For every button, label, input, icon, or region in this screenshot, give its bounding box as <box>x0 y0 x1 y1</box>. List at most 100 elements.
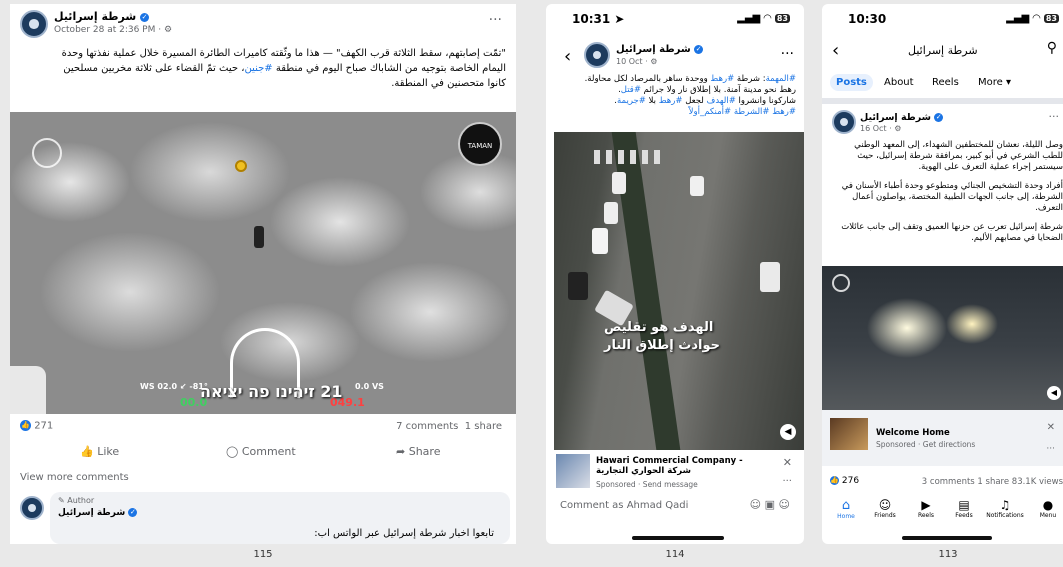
thumbs-up-icon: 👍 <box>80 445 94 458</box>
comment-button[interactable]: ◯ Comment <box>226 445 296 458</box>
hashtag-link[interactable]: #جنين <box>244 63 272 74</box>
ad-more-icon[interactable]: ··· <box>782 476 792 487</box>
battery-icon: 83 <box>1043 14 1059 23</box>
caption-114: 114 <box>665 549 685 560</box>
comment-text: تابعوا اخبار شرطة إسرائيل عبر الواتس اب: <box>314 528 494 539</box>
page-name[interactable]: شرطة إسرائيل ✓ <box>54 10 150 23</box>
author-tag: ✎ Author <box>58 496 95 505</box>
caption-115: 115 <box>253 549 273 560</box>
share-button[interactable]: ➦ Share <box>396 445 440 458</box>
reels-icon: ▶ <box>921 498 931 512</box>
post-stats[interactable]: 3 comments 1 share 83.1K views <box>922 477 1063 487</box>
unit-badge: TAMAN <box>458 122 502 166</box>
street-video[interactable]: الهدف هو تقليص حوادث إطلاق النار ◀ <box>554 132 804 450</box>
post-text: وصل الليلة، نعشان للمختطفين الشهداء، إلى… <box>841 140 1063 243</box>
verified-icon: ✓ <box>140 12 150 22</box>
car <box>568 272 588 300</box>
ad-sub: Sponsored · Send message <box>596 480 698 489</box>
page-name[interactable]: شرطة إسرائيل ✓ <box>860 112 944 123</box>
status-icons: ▂▄▆ ◠ 83 <box>1006 13 1059 24</box>
comment-author[interactable]: شرطة إسرائيل ✓ <box>58 508 138 518</box>
search-icon[interactable]: ⚲ <box>1047 40 1057 56</box>
more-options-icon[interactable]: ··· <box>781 46 794 62</box>
comment-input[interactable]: Comment as Ahmad Qadi <box>560 500 688 511</box>
like-reaction-icon: 👍 <box>20 420 31 431</box>
video-caption-1: الهدف هو تقليص <box>604 320 714 335</box>
settings-icon: ⚙ <box>163 25 173 35</box>
target-marker-icon <box>235 160 247 172</box>
post-text: "تمّت إصابتهم، سقط الثلاثة قرب الكهف" — … <box>61 48 506 89</box>
ad-thumbnail[interactable] <box>556 454 590 488</box>
back-icon[interactable]: ‹ <box>832 40 839 61</box>
home-icon: ⌂ <box>841 498 851 513</box>
post-panel-1: شرطة إسرائيل ✓ October 28 at 2:36 PM · ⚙… <box>10 4 516 544</box>
tab-posts[interactable]: Posts <box>830 74 873 91</box>
reactions-row[interactable]: 👍 271 <box>20 420 53 432</box>
comment-bubble: ✎ Author شرطة إسرائيل ✓ تابعوا اخبار شرط… <box>50 492 510 544</box>
nav-reels[interactable]: ▶ Reels <box>912 498 940 519</box>
ad-sub: Sponsored · Get directions <box>876 440 976 449</box>
reactions-row[interactable]: 👍 276 <box>830 476 859 486</box>
police-watermark-icon <box>832 274 850 292</box>
bottom-nav: ⌂ Home ☺ Friends ▶ Reels ▤ Feeds ♫ Notificati… <box>822 498 1063 534</box>
mute-icon[interactable]: ◀ <box>780 424 796 440</box>
car <box>760 262 780 292</box>
close-ad-icon[interactable]: ✕ <box>1047 422 1055 433</box>
caption-113: 113 <box>938 549 958 560</box>
nav-feeds[interactable]: ▤ Feeds <box>950 498 978 519</box>
view-more-comments[interactable]: View more comments <box>20 472 129 483</box>
close-ad-icon[interactable]: ✕ <box>783 456 792 469</box>
night-video[interactable]: ◀ <box>822 266 1063 410</box>
target-figure <box>254 226 264 248</box>
post-time[interactable]: October 28 at 2:36 PM · ⚙ <box>54 25 172 35</box>
crosswalk <box>594 150 664 164</box>
verified-icon: ✓ <box>128 508 138 517</box>
post-date[interactable]: 16 Oct · ⚙ <box>860 124 901 133</box>
tab-about[interactable]: About <box>884 77 914 88</box>
status-clock: 10:31 ➤ <box>572 12 625 26</box>
comments-shares[interactable]: 7 comments 1 share <box>396 421 502 432</box>
side-tab[interactable] <box>10 366 46 414</box>
tab-reels[interactable]: Reels <box>932 77 959 88</box>
like-button[interactable]: 👍 Like <box>80 445 119 458</box>
ad-card[interactable]: Welcome Home Sponsored · Get directions … <box>822 410 1063 466</box>
globe-icon: ⚙ <box>650 57 658 66</box>
page-avatar[interactable] <box>832 110 856 134</box>
hud-right: 0.0 VS <box>355 382 384 391</box>
phone-panel-2: 10:31 ➤ ▂▄▆ ◠ 83 ‹ شرطة إسرائيل ✓ 10 Oct… <box>546 4 804 544</box>
bell-icon: ♫ <box>999 498 1011 512</box>
video-caption-2: حوادث إطلاق النار <box>604 338 720 353</box>
hud-left: WS 02.0 ↙ -81° <box>140 382 208 391</box>
post-text: #المهمة: شرطة #رهط ووحدة ساهر بالمرصاد ل… <box>584 74 796 117</box>
page-avatar[interactable] <box>20 10 48 38</box>
post-date[interactable]: 10 Oct · ⚙ <box>616 57 657 66</box>
comment-avatar[interactable] <box>20 496 44 520</box>
home-indicator <box>902 536 992 540</box>
nav-home[interactable]: ⌂ Home <box>832 498 860 520</box>
video-subtitle: 21 זיהינו פה יציאה <box>200 382 343 401</box>
ad-title[interactable]: Hawari Commercial Company - شركة الحواري… <box>596 456 766 476</box>
drone-video[interactable]: TAMAN WS 02.0 ↙ -81° 0.0 VS 00.0 049.1 2… <box>10 112 516 414</box>
comment-icon: ◯ <box>226 445 239 458</box>
page-name[interactable]: شرطة إسرائيل ✓ <box>616 44 704 55</box>
nav-notifications[interactable]: ♫ Notifications <box>982 498 1028 519</box>
more-options-icon[interactable]: ··· <box>489 12 502 28</box>
nav-menu[interactable]: ● Menu <box>1034 498 1062 519</box>
verified-icon: ✓ <box>694 44 704 54</box>
feeds-icon: ▤ <box>958 498 970 512</box>
nav-friends[interactable]: ☺ Friends <box>870 498 900 519</box>
menu-avatar-icon: ● <box>1042 498 1054 512</box>
like-reaction-icon: 👍 <box>830 476 839 485</box>
status-icons: ▂▄▆ ◠ 83 <box>737 13 790 24</box>
back-icon[interactable]: ‹ <box>564 46 571 67</box>
mute-icon[interactable]: ◀ <box>1047 386 1061 400</box>
share-icon: ➦ <box>396 445 406 458</box>
more-options-icon[interactable]: ··· <box>1049 110 1060 123</box>
car <box>592 228 608 254</box>
verified-icon: ✓ <box>934 113 944 122</box>
car <box>690 176 704 196</box>
page-avatar[interactable] <box>584 42 610 68</box>
tab-more[interactable]: More ▾ <box>978 77 1011 88</box>
emoji-icons[interactable]: ☺ ▣ ☺ <box>750 498 790 511</box>
ad-more-icon[interactable]: ··· <box>1046 444 1055 454</box>
